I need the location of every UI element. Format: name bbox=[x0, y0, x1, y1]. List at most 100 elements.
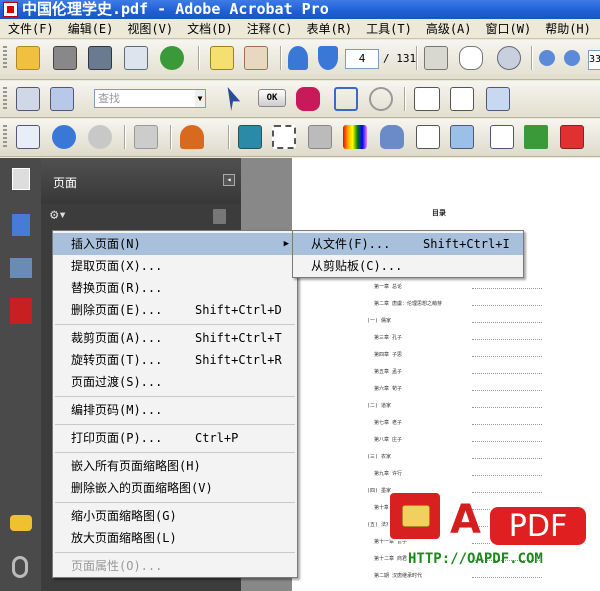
menu-edit[interactable]: 编辑(E) bbox=[60, 19, 120, 38]
download-icon[interactable] bbox=[524, 125, 548, 149]
menu-item[interactable]: 删除页面(E)... Shift+Ctrl+D bbox=[53, 299, 297, 321]
zoom-in-icon[interactable] bbox=[564, 50, 580, 66]
menu-item[interactable]: 页面过渡(S)... bbox=[53, 371, 297, 393]
comments-icon[interactable] bbox=[10, 515, 32, 531]
touchup-icon[interactable] bbox=[238, 125, 262, 149]
menu-file[interactable]: 文件(F) bbox=[0, 19, 60, 38]
menu-item-label: 编排页码(M)... bbox=[71, 403, 163, 417]
toc-entry[interactable]: (一) 儒家 bbox=[367, 317, 391, 324]
menu-item[interactable]: 嵌入所有页面缩略图(H) bbox=[53, 455, 297, 477]
find-dropdown-arrow[interactable]: ▼ bbox=[195, 89, 206, 108]
menu-item[interactable]: 裁剪页面(A)... Shift+Ctrl+T bbox=[53, 327, 297, 349]
crop-pages-icon[interactable] bbox=[416, 125, 440, 149]
object-icon[interactable] bbox=[450, 125, 474, 149]
toolbar-grip[interactable] bbox=[3, 46, 7, 70]
menu-item[interactable]: 旋转页面(T)... Shift+Ctrl+R bbox=[53, 349, 297, 371]
menu-item[interactable]: 插入页面(N) ▶ bbox=[53, 233, 297, 255]
navigation-strip bbox=[0, 158, 41, 591]
select-tool-icon[interactable] bbox=[424, 46, 448, 70]
menu-item[interactable]: 替换页面(R)... bbox=[53, 277, 297, 299]
toc-entry[interactable]: 第五章 孟子 bbox=[374, 368, 402, 375]
zoom-tool-icon[interactable] bbox=[497, 46, 521, 70]
warning-icon[interactable] bbox=[210, 46, 234, 70]
page-number-input[interactable]: 4 bbox=[345, 49, 379, 69]
upload-icon[interactable] bbox=[160, 46, 184, 70]
toc-entry[interactable]: 第六章 荀子 bbox=[374, 385, 402, 392]
zoom-out-icon[interactable] bbox=[539, 50, 555, 66]
toc-entry[interactable]: 第一章 总论 bbox=[374, 283, 402, 290]
menu-forms[interactable]: 表单(R) bbox=[298, 19, 358, 38]
menu-document[interactable]: 文档(D) bbox=[179, 19, 239, 38]
bookmarks-icon[interactable] bbox=[12, 214, 30, 236]
text-edit-icon[interactable] bbox=[450, 87, 474, 111]
toc-entry[interactable]: 第二章 唐虞：伦理思想之萌芽 bbox=[374, 300, 442, 307]
toolbar-grip[interactable] bbox=[3, 125, 7, 149]
redo-icon[interactable] bbox=[88, 125, 112, 149]
toc-entry[interactable]: 第三章 孔子 bbox=[374, 334, 402, 341]
panel-header: 页面 ◂ bbox=[41, 158, 241, 204]
menu-view[interactable]: 视图(V) bbox=[119, 19, 179, 38]
form-edit-icon[interactable] bbox=[486, 87, 510, 111]
options-gear-icon[interactable]: ⚙▾ bbox=[50, 207, 80, 225]
menu-item[interactable]: 提取页面(X)... bbox=[53, 255, 297, 277]
find-input[interactable]: 查找 bbox=[94, 89, 196, 108]
menu-comments[interactable]: 注释(C) bbox=[239, 19, 299, 38]
submenu-item[interactable]: 从文件(F)... Shift+Ctrl+I bbox=[293, 233, 523, 255]
form-field-icon[interactable] bbox=[296, 87, 320, 111]
export-pdf-icon[interactable] bbox=[560, 125, 584, 149]
toc-entry[interactable]: 第七章 老子 bbox=[374, 419, 402, 426]
marquee-icon[interactable] bbox=[272, 125, 296, 149]
menu-help[interactable]: 帮助(H) bbox=[537, 19, 597, 38]
output-icon[interactable] bbox=[308, 125, 332, 149]
menu-item[interactable]: 编排页码(M)... bbox=[53, 399, 297, 421]
spell-check-icon[interactable] bbox=[16, 125, 40, 149]
edit-icon[interactable] bbox=[490, 125, 514, 149]
sign-icon[interactable] bbox=[244, 46, 268, 70]
submenu-item[interactable]: 从剪贴板(C)... bbox=[293, 255, 523, 277]
toc-entry[interactable]: 第四章 子思 bbox=[374, 351, 402, 358]
fit-page-icon[interactable] bbox=[50, 87, 74, 111]
undo-icon[interactable] bbox=[52, 125, 76, 149]
email-icon[interactable] bbox=[124, 46, 148, 70]
color-icon[interactable] bbox=[343, 125, 367, 149]
open-icon[interactable] bbox=[16, 46, 40, 70]
toolbar-grip[interactable] bbox=[3, 87, 7, 111]
print-icon[interactable] bbox=[53, 46, 77, 70]
cursor-tool-icon[interactable] bbox=[227, 87, 241, 111]
menu-tools[interactable]: 工具(T) bbox=[358, 19, 418, 38]
hand-tool-icon[interactable] bbox=[459, 46, 483, 70]
fit-width-icon[interactable] bbox=[16, 87, 40, 111]
toc-leader bbox=[472, 577, 542, 578]
menu-separator bbox=[55, 424, 295, 425]
toc-entry[interactable]: 第九章 许行 bbox=[374, 470, 402, 477]
attachments-icon[interactable] bbox=[12, 556, 28, 578]
menu-item[interactable]: 放大页面缩略图(L) bbox=[53, 527, 297, 549]
menu-window[interactable]: 窗口(W) bbox=[478, 19, 538, 38]
crop-icon[interactable] bbox=[334, 87, 358, 111]
toc-leader bbox=[472, 407, 542, 408]
pdf-info-icon[interactable] bbox=[10, 298, 32, 324]
previous-page-icon[interactable] bbox=[288, 46, 308, 70]
menu-separator bbox=[55, 452, 295, 453]
toc-entry[interactable]: (三) 农家 bbox=[367, 453, 391, 460]
toc-entry[interactable]: (二) 道家 bbox=[367, 402, 391, 409]
text-field-icon[interactable] bbox=[414, 87, 440, 111]
ok-button[interactable]: OK bbox=[258, 89, 286, 107]
trash-icon[interactable] bbox=[213, 209, 226, 224]
panel-close-icon[interactable]: ◂ bbox=[223, 174, 235, 186]
toc-entry[interactable]: 第八章 庄子 bbox=[374, 436, 402, 443]
signatures-icon[interactable] bbox=[10, 258, 32, 278]
zoom-input[interactable]: 33 bbox=[588, 50, 600, 70]
menu-advanced[interactable]: 高级(A) bbox=[418, 19, 478, 38]
menu-item[interactable]: 缩小页面缩略图(G) bbox=[53, 505, 297, 527]
menu-item-label: 裁剪页面(A)... bbox=[71, 331, 163, 345]
stamp-icon[interactable] bbox=[180, 125, 204, 149]
pages-icon[interactable] bbox=[12, 168, 30, 190]
menu-item[interactable]: 打印页面(P)... Ctrl+P bbox=[53, 427, 297, 449]
menu-item-label: 放大页面缩略图(L) bbox=[71, 531, 177, 545]
link-icon[interactable] bbox=[369, 87, 393, 111]
save-icon[interactable] bbox=[88, 46, 112, 70]
preflight-icon[interactable] bbox=[380, 125, 404, 149]
next-page-icon[interactable] bbox=[318, 46, 338, 70]
menu-item[interactable]: 删除嵌入的页面缩略图(V) bbox=[53, 477, 297, 499]
